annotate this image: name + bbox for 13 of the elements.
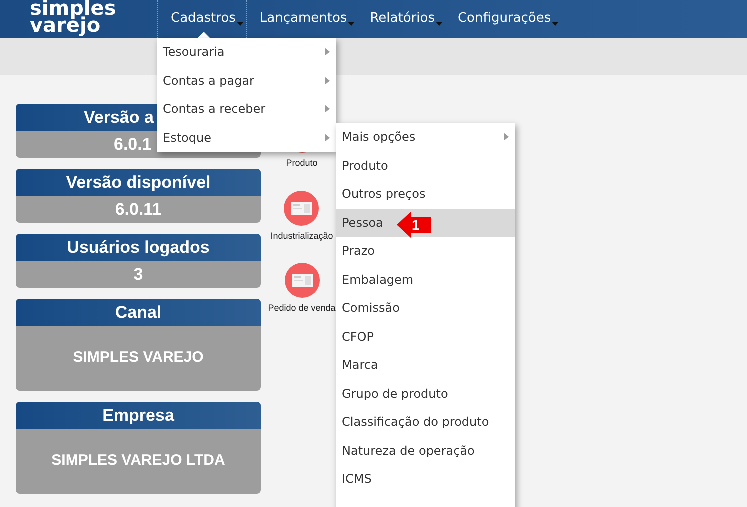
card-title: Empresa — [102, 404, 174, 427]
card-title: Usuários logados — [67, 236, 210, 259]
card-value: 6.0.11 — [115, 198, 162, 221]
card-title: Versão a — [84, 106, 154, 129]
card-value: SIMPLES VAREJO LTDA — [52, 451, 226, 472]
card-title: Versão disponível — [66, 172, 211, 194]
annotation-number: 1 — [412, 216, 420, 234]
logo-text: varejo — [30, 17, 101, 34]
card-value: 3 — [134, 264, 144, 286]
card-title: Canal — [115, 302, 162, 324]
logo-text: simples — [30, 0, 118, 17]
card-value: SIMPLES VAREJO — [73, 348, 204, 368]
card-value: 6.0.1 — [114, 134, 152, 156]
